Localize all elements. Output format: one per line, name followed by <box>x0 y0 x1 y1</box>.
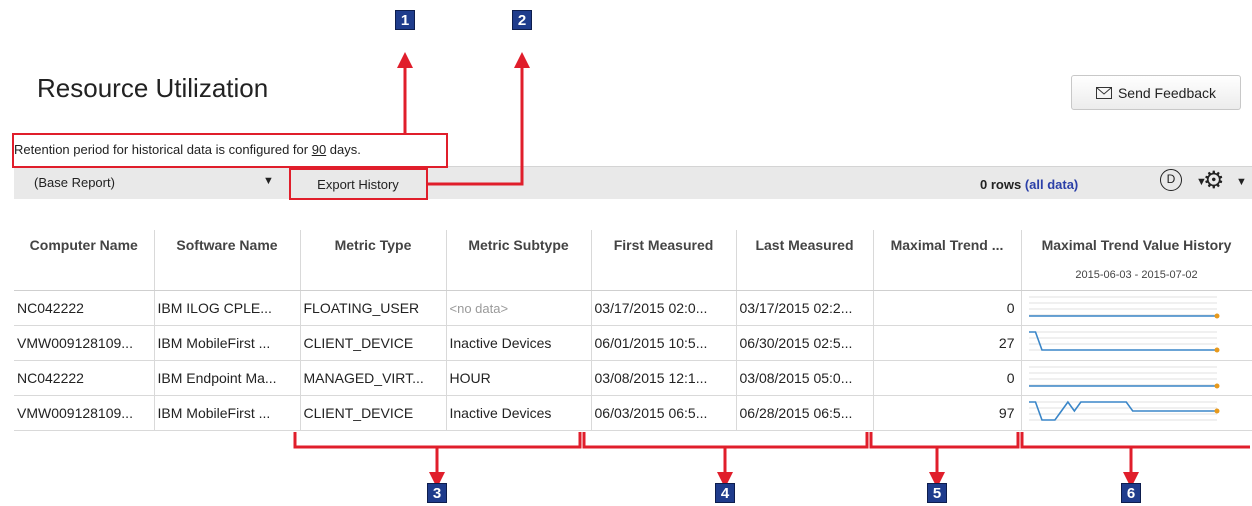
arrow-up-icon <box>397 52 413 68</box>
annotation-overlay <box>293 52 1250 488</box>
callout-6: 6 <box>1121 483 1141 503</box>
arrow-up-icon <box>514 52 530 68</box>
callout-1: 1 <box>395 10 415 30</box>
callout-4: 4 <box>715 483 735 503</box>
callout-5: 5 <box>927 483 947 503</box>
callout-2: 2 <box>512 10 532 30</box>
callout-3: 3 <box>427 483 447 503</box>
